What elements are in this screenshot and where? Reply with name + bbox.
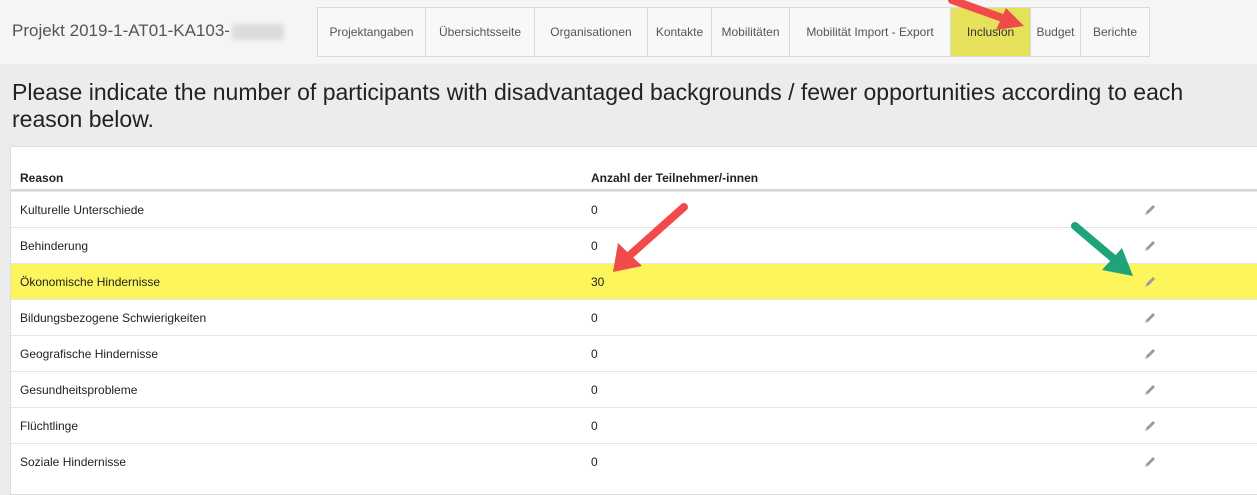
pencil-icon[interactable] bbox=[1143, 347, 1157, 361]
row-reason: Ökonomische Hindernisse bbox=[20, 275, 161, 289]
table-row: Kulturelle Unterschiede 0 bbox=[11, 191, 1257, 227]
tab-mobilitaet-import-export[interactable]: Mobilität Import - Export bbox=[790, 7, 951, 57]
row-reason: Gesundheitsprobleme bbox=[20, 383, 138, 397]
pencil-icon[interactable] bbox=[1143, 455, 1157, 469]
column-header-reason: Reason bbox=[20, 171, 64, 185]
table-header-row: Reason Anzahl der Teilnehmer/-innen bbox=[11, 147, 1257, 191]
row-reason: Soziale Hindernisse bbox=[20, 455, 127, 469]
tab-budget[interactable]: Budget bbox=[1031, 7, 1081, 57]
table-row: Behinderung 0 bbox=[11, 227, 1257, 263]
redacted-project-id bbox=[231, 23, 284, 40]
top-bar: Projekt 2019-1-AT01-KA103- Projektangabe… bbox=[0, 0, 1257, 64]
row-reason: Flüchtlinge bbox=[20, 419, 79, 433]
table-row: Gesundheitsprobleme 0 bbox=[11, 371, 1257, 407]
row-count: 0 bbox=[591, 347, 598, 361]
pencil-icon[interactable] bbox=[1143, 383, 1157, 397]
table-row: Geografische Hindernisse 0 bbox=[11, 335, 1257, 371]
column-header-count: Anzahl der Teilnehmer/-innen bbox=[591, 171, 759, 185]
tab-projektangaben[interactable]: Projektangaben bbox=[317, 7, 426, 57]
row-count: 0 bbox=[591, 239, 598, 253]
row-count: 0 bbox=[591, 311, 598, 325]
table-row: Soziale Hindernisse 0 bbox=[11, 443, 1257, 479]
table-row: Bildungsbezogene Schwierigkeiten 0 bbox=[11, 299, 1257, 335]
tab-kontakte[interactable]: Kontakte bbox=[648, 7, 712, 57]
pencil-icon[interactable] bbox=[1143, 311, 1157, 325]
project-title-text: Projekt 2019-1-AT01-KA103- bbox=[12, 21, 230, 40]
tab-mobilitaeten[interactable]: Mobilitäten bbox=[712, 7, 790, 57]
tab-inclusion[interactable]: Inclusion bbox=[951, 7, 1031, 57]
inclusion-table: Reason Anzahl der Teilnehmer/-innen Kult… bbox=[10, 146, 1257, 495]
row-count: 0 bbox=[591, 383, 598, 397]
pencil-icon[interactable] bbox=[1143, 203, 1157, 217]
row-count: 0 bbox=[591, 203, 598, 217]
project-title: Projekt 2019-1-AT01-KA103- bbox=[12, 21, 284, 41]
page-heading: Please indicate the number of participan… bbox=[12, 79, 1184, 132]
pencil-icon[interactable] bbox=[1143, 275, 1157, 289]
table-row-highlighted: Ökonomische Hindernisse 30 bbox=[11, 263, 1257, 299]
row-reason: Bildungsbezogene Schwierigkeiten bbox=[20, 311, 207, 325]
tab-uebersichtsseite[interactable]: Übersichtsseite bbox=[426, 7, 535, 57]
main-nav: Projektangaben Übersichtsseite Organisat… bbox=[317, 7, 1150, 57]
tab-berichte[interactable]: Berichte bbox=[1081, 7, 1150, 57]
row-count: 30 bbox=[591, 275, 605, 289]
table-row: Flüchtlinge 0 bbox=[11, 407, 1257, 443]
row-count: 0 bbox=[591, 419, 598, 433]
pencil-icon[interactable] bbox=[1143, 419, 1157, 433]
tab-organisationen[interactable]: Organisationen bbox=[535, 7, 648, 57]
row-reason: Geografische Hindernisse bbox=[20, 347, 159, 361]
row-count: 0 bbox=[591, 455, 598, 469]
pencil-icon[interactable] bbox=[1143, 239, 1157, 253]
row-reason: Kulturelle Unterschiede bbox=[20, 203, 145, 217]
row-reason: Behinderung bbox=[20, 239, 89, 253]
